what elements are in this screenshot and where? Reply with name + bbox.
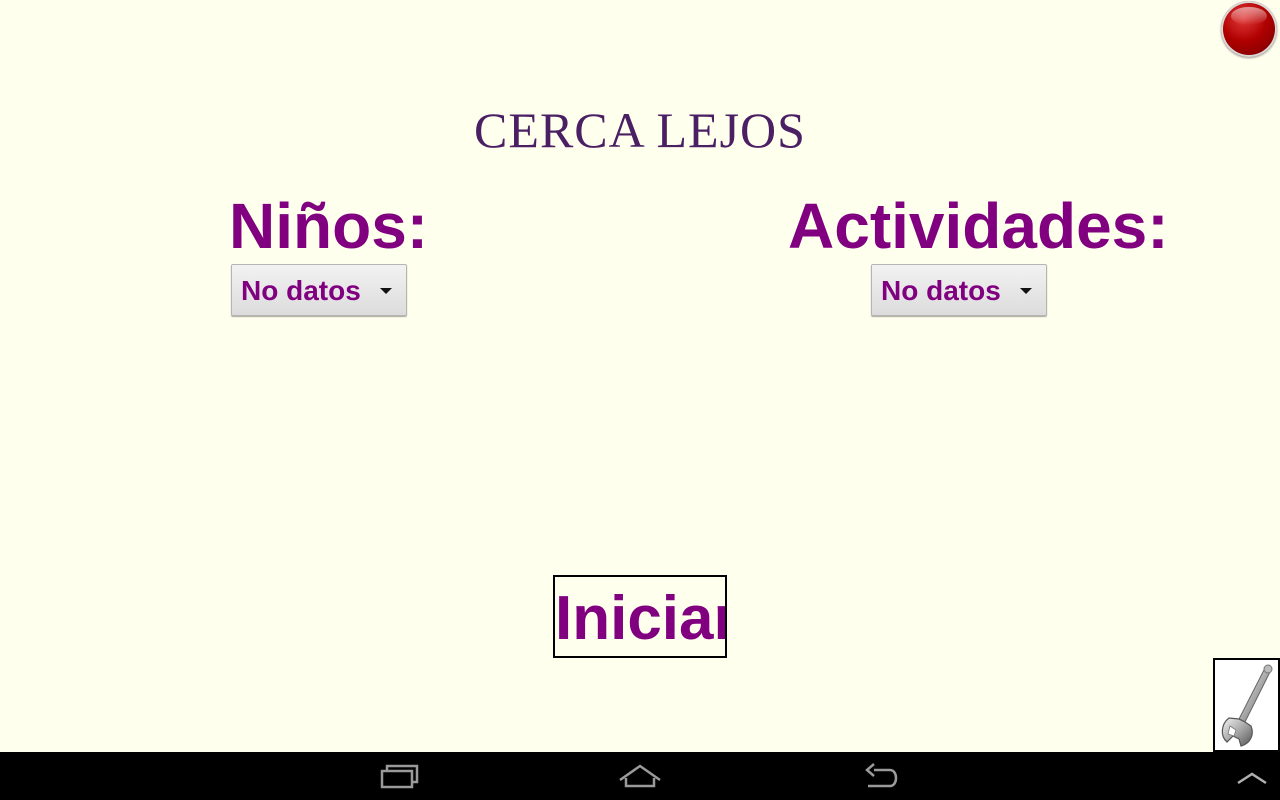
home-icon (619, 764, 661, 788)
dropdown-arrow-icon (1020, 288, 1032, 294)
recent-apps-button[interactable] (370, 752, 430, 800)
start-button[interactable]: Iniciar (553, 575, 727, 658)
activities-dropdown-value: No datos (881, 275, 1001, 306)
wrench-icon (1221, 664, 1273, 747)
children-dropdown-value: No datos (241, 275, 361, 306)
app-title: CERCA LEJOS (474, 102, 806, 158)
system-navigation-bar (0, 752, 1280, 800)
expand-button[interactable] (1222, 752, 1280, 800)
dropdown-arrow-icon (380, 288, 392, 294)
activities-label: Actividades: (788, 190, 1169, 262)
activities-dropdown[interactable]: No datos (871, 264, 1047, 316)
children-label: Niños: (229, 190, 429, 262)
chevron-up-icon (1237, 772, 1267, 785)
back-button[interactable] (852, 752, 912, 800)
record-button[interactable] (1221, 1, 1277, 57)
start-button-label: Iniciar (555, 584, 727, 653)
recent-apps-icon (380, 764, 419, 789)
home-button[interactable] (610, 752, 670, 800)
app-screen: CERCA LEJOS Niños: Actividades: No datos… (0, 0, 1280, 752)
settings-button[interactable] (1213, 658, 1280, 752)
back-icon (865, 763, 898, 788)
children-dropdown[interactable]: No datos (231, 264, 407, 316)
